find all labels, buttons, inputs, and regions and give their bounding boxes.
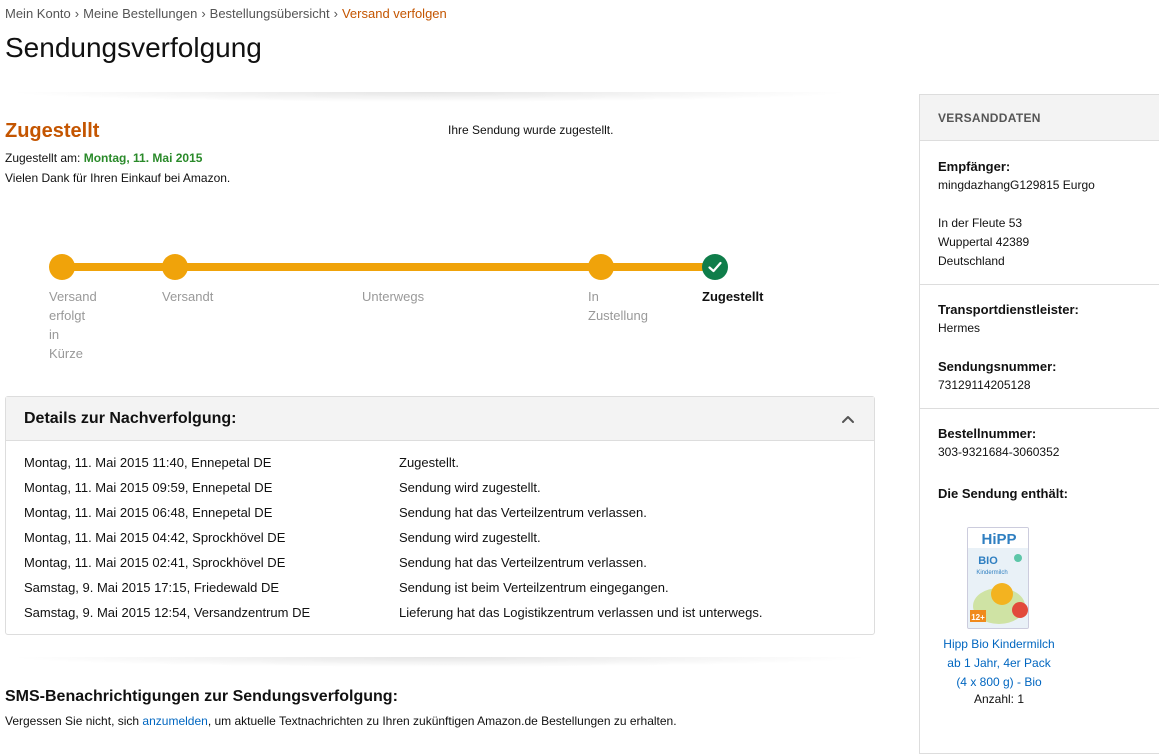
- progress-step-dot: [49, 254, 75, 280]
- event-time: Montag, 11. Mai 2015 02:41, Sprockhövel …: [24, 555, 286, 570]
- breadcrumb-separator: ›: [74, 6, 80, 21]
- breadcrumb-separator: ›: [201, 6, 206, 21]
- sms-text-before: Vergessen Sie nicht, sich: [5, 714, 143, 728]
- progress-step-label-current: Zugestellt: [702, 289, 764, 304]
- event-description: Sendung wird zugestellt.: [399, 480, 541, 495]
- carrier-name: Hermes: [938, 321, 981, 335]
- product-package-image: HiPP BIO Kindermilch 12+: [968, 528, 1028, 628]
- breadcrumb-separator: ›: [333, 6, 338, 21]
- section-divider: [5, 92, 855, 102]
- tracking-details-header[interactable]: Details zur Nachverfolgung:: [6, 397, 874, 441]
- shipment-contents-label: Die Sendung enthält:: [938, 486, 1068, 501]
- order-number: 303-9321684-3060352: [938, 445, 1060, 459]
- carrier-section: Transportdienstleister: Hermes Sendungsn…: [920, 285, 1159, 409]
- svg-text:HiPP: HiPP: [981, 531, 1016, 548]
- address-line: Deutschland: [938, 254, 1005, 268]
- thanks-message: Vielen Dank für Ihren Einkauf bei Amazon…: [5, 171, 231, 185]
- page-title: Sendungsverfolgung: [5, 32, 262, 63]
- shipping-info-sidebar: VERSANDDATEN Empfänger: mingdazhangG1298…: [919, 94, 1159, 754]
- event-description: Sendung wird zugestellt.: [399, 530, 541, 545]
- event-description: Sendung ist beim Verteilzentrum eingegan…: [399, 580, 669, 595]
- delivered-line: Zugestellt am: Montag, 11. Mai 2015: [5, 151, 202, 165]
- sms-text: Vergessen Sie nicht, sich anzumelden, um…: [5, 714, 677, 728]
- event-description: Zugestellt.: [399, 455, 459, 470]
- sms-signup-link[interactable]: anzumelden: [142, 714, 207, 728]
- carrier-label: Transportdienstleister:: [938, 302, 1079, 317]
- event-time: Samstag, 9. Mai 2015 17:15, Friedewald D…: [24, 580, 280, 595]
- tracking-number-label: Sendungsnummer:: [938, 359, 1057, 374]
- event-description: Lieferung hat das Logistikzentrum verlas…: [399, 605, 763, 620]
- svg-text:BIO: BIO: [978, 555, 998, 567]
- event-time: Montag, 11. Mai 2015 09:59, Ennepetal DE: [24, 480, 273, 495]
- event-time: Montag, 11. Mai 2015 11:40, Ennepetal DE: [24, 455, 272, 470]
- product-link[interactable]: Hipp Bio Kindermilch ab 1 Jahr, 4er Pack…: [920, 635, 1078, 692]
- delivered-label: Zugestellt am:: [5, 151, 81, 165]
- breadcrumb-meine-bestellungen[interactable]: Meine Bestellungen: [83, 6, 197, 21]
- order-number-label: Bestellnummer:: [938, 426, 1037, 441]
- progress-line: [62, 263, 715, 271]
- svg-text:Kindermilch: Kindermilch: [976, 570, 1007, 576]
- sidebar-header: VERSANDDATEN: [920, 95, 1159, 141]
- progress-step-label: Unterwegs: [362, 289, 425, 304]
- breadcrumb-mein-konto[interactable]: Mein Konto: [5, 6, 71, 21]
- progress-step-dot: [162, 254, 188, 280]
- recipient-section: Empfänger: mingdazhangG129815 Eurgo In d…: [920, 141, 1159, 285]
- svg-text:12+: 12+: [971, 613, 985, 622]
- address-line: In der Fleute 53: [938, 216, 1023, 230]
- event-description: Sendung hat das Verteilzentrum verlassen…: [399, 555, 647, 570]
- progress-step-dot: [588, 254, 614, 280]
- progress-step-label: In Zustellung: [588, 289, 648, 323]
- breadcrumb: Mein Konto › Meine Bestellungen › Bestellung…: [5, 6, 447, 21]
- event-time: Samstag, 9. Mai 2015 12:54, Versandzentr…: [24, 605, 311, 620]
- status-message: Ihre Sendung wurde zugestellt.: [448, 123, 614, 137]
- event-description: Sendung hat das Verteilzentrum verlassen…: [399, 505, 647, 520]
- status-title: Zugestellt: [5, 120, 100, 142]
- progress-step-label: Versandt: [162, 289, 214, 304]
- checkmark-icon: [708, 261, 722, 273]
- progress-step-done: [702, 254, 728, 280]
- tracking-details-title: Details zur Nachverfolgung:: [24, 409, 237, 427]
- breadcrumb-current: Versand verfolgen: [341, 6, 447, 21]
- delivered-date: Montag, 11. Mai 2015: [83, 151, 203, 165]
- product-image[interactable]: HiPP BIO Kindermilch 12+: [967, 527, 1029, 629]
- recipient-name: mingdazhangG129815 Eurgo: [938, 178, 1095, 192]
- chevron-up-icon[interactable]: [840, 411, 856, 427]
- product-quantity: Anzahl: 1: [973, 692, 1025, 706]
- event-time: Montag, 11. Mai 2015 04:42, Sprockhövel …: [24, 530, 286, 545]
- recipient-label: Empfänger:: [938, 159, 1011, 174]
- sms-title: SMS-Benachrichtigungen zur Sendungsverfo…: [5, 688, 398, 705]
- tracking-number: 73129114205128: [938, 378, 1031, 392]
- tracking-details-panel: Details zur Nachverfolgung: Montag, 11. …: [5, 396, 875, 635]
- progress-step-label: Versand erfolgt in Kürze: [49, 289, 97, 361]
- address-line: Wuppertal 42389: [938, 235, 1030, 249]
- event-time: Montag, 11. Mai 2015 06:48, Ennepetal DE: [24, 505, 273, 520]
- sms-text-after: , um aktuelle Textnachrichten zu Ihren z…: [207, 714, 677, 728]
- breadcrumb-bestellungsuebersicht[interactable]: Bestellungsübersicht: [210, 6, 330, 21]
- section-divider: [5, 657, 875, 667]
